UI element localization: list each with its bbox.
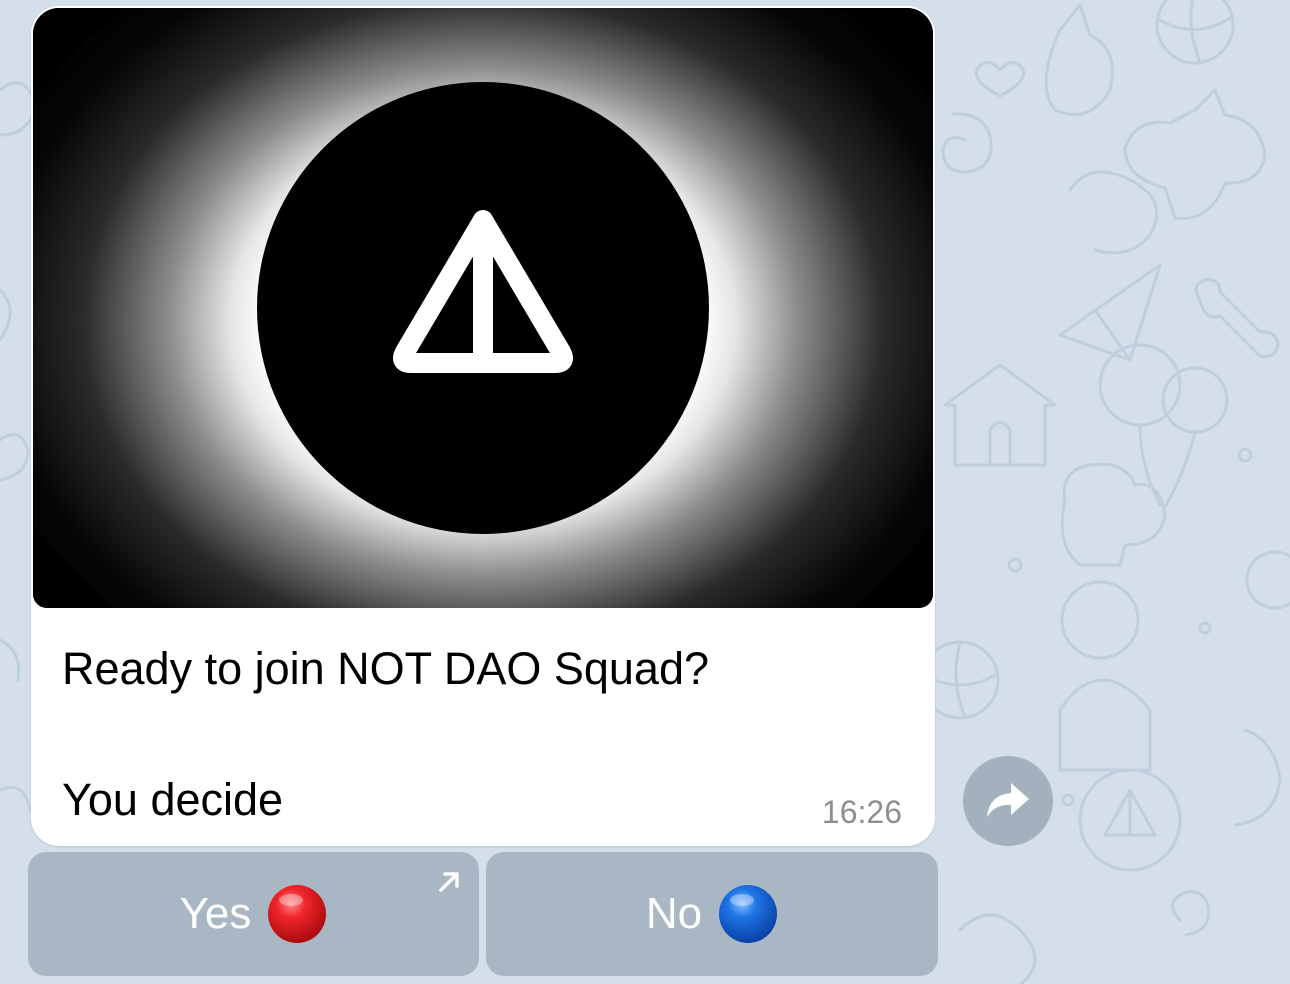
blue-circle-icon <box>718 884 778 944</box>
message-caption-line2: You decide <box>62 774 284 825</box>
message-caption-line1: Ready to join NOT DAO Squad? <box>62 643 710 694</box>
yes-button-label: Yes <box>179 889 252 938</box>
message-bubble[interactable]: Ready to join NOT DAO Squad? You decide … <box>31 6 935 846</box>
arrow-up-right-icon <box>439 872 459 892</box>
inline-button-yes[interactable]: Yes <box>28 852 479 976</box>
share-button[interactable] <box>963 756 1053 846</box>
inline-button-no[interactable]: No <box>486 852 938 976</box>
notcoin-logo-image <box>33 8 933 608</box>
message-timestamp: 16:26 <box>821 794 902 830</box>
share-forward-icon <box>987 783 1029 817</box>
message-photo[interactable] <box>33 8 933 608</box>
red-circle-icon <box>267 884 327 944</box>
no-button-label: No <box>645 889 703 938</box>
